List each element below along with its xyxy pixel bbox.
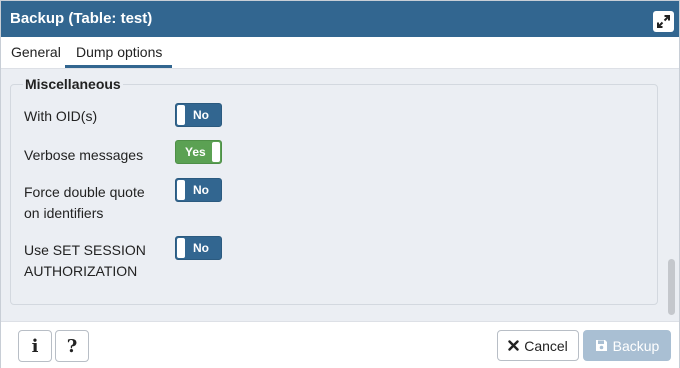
force-double-quote-toggle[interactable]: No: [175, 178, 222, 202]
cancel-label: Cancel: [524, 337, 568, 354]
save-icon: [595, 340, 607, 351]
toggle-state-text: No: [193, 108, 209, 122]
help-icon: ?: [66, 335, 78, 357]
backup-button[interactable]: Backup: [583, 330, 671, 361]
backup-label: Backup: [612, 337, 660, 354]
set-session-auth-toggle[interactable]: No: [175, 236, 222, 260]
close-icon: [508, 340, 519, 351]
toggle-state-text: No: [193, 241, 209, 255]
force-double-quote-label-line2: on identifiers: [24, 205, 104, 221]
toggle-knob: [177, 105, 185, 125]
tab-dump-options[interactable]: Dump options: [76, 44, 162, 60]
active-tab-indicator: [65, 65, 172, 68]
set-session-auth-label-line2: AUTHORIZATION: [24, 263, 138, 279]
vertical-scrollbar[interactable]: [666, 69, 679, 321]
dialog-footer: i ? Cancel Backup: [1, 321, 679, 368]
dialog-titlebar: Backup (Table: test): [1, 1, 679, 37]
set-session-auth-label-line1: Use SET SESSION: [24, 242, 146, 258]
verbose-messages-toggle[interactable]: Yes: [175, 140, 222, 164]
fieldset-legend: Miscellaneous: [23, 76, 123, 92]
force-double-quote-label-line1: Force double quote: [24, 184, 145, 200]
scrollbar-thumb[interactable]: [668, 259, 675, 315]
verbose-messages-label: Verbose messages: [24, 147, 144, 163]
toggle-knob: [177, 238, 185, 258]
toggle-knob: [212, 142, 220, 162]
expand-icon: [657, 15, 670, 28]
toggle-state-text: No: [193, 183, 209, 197]
backup-dialog: Backup (Table: test) General Dump option…: [0, 0, 680, 368]
maximize-button[interactable]: [653, 11, 674, 32]
with-oids-toggle[interactable]: No: [175, 103, 222, 127]
with-oids-label: With OID(s): [24, 108, 98, 124]
dialog-title: Backup (Table: test): [10, 10, 153, 27]
toggle-state-text: Yes: [185, 145, 206, 159]
help-button[interactable]: ?: [55, 330, 89, 362]
toggle-knob: [177, 180, 185, 200]
info-icon: i: [31, 335, 39, 357]
info-button[interactable]: i: [18, 330, 52, 362]
dump-options-panel: Miscellaneous With OID(s) No Verbose mes…: [1, 69, 679, 321]
tab-bar: General Dump options: [1, 37, 679, 69]
tab-general[interactable]: General: [11, 44, 61, 60]
cancel-button[interactable]: Cancel: [497, 330, 579, 361]
